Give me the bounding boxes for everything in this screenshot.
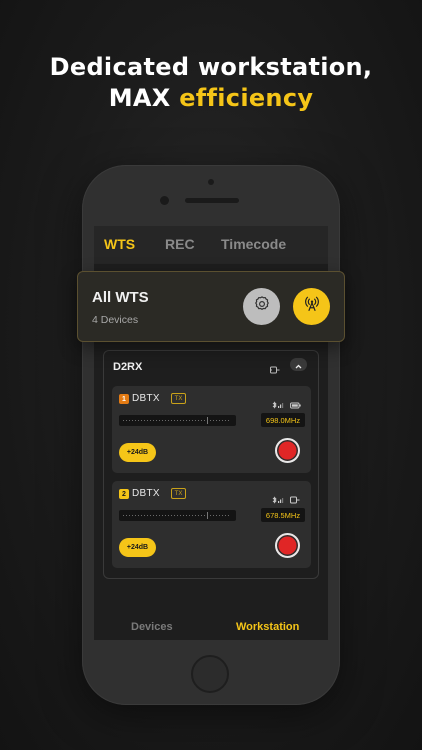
battery-icon [290, 396, 301, 414]
device-name: DBTX [132, 393, 160, 404]
device-card: 1 DBTX TX 698.0MHz +24dB [112, 386, 311, 473]
headline-line-2: MAX efficiency [0, 82, 422, 114]
bluetooth-signal-icon [272, 491, 284, 509]
tab-wts[interactable]: WTS [104, 236, 135, 252]
gain-button[interactable]: +24dB [119, 443, 156, 462]
frequency-display[interactable]: 678.5MHz [261, 508, 305, 522]
device-index-badge: 1 [119, 394, 129, 404]
tab-timecode[interactable]: Timecode [221, 236, 286, 252]
link-icon [290, 491, 300, 509]
tx-badge: TX [171, 488, 186, 499]
status-icons [272, 491, 300, 509]
all-wts-title: All WTS [92, 289, 149, 306]
audio-level-meter [119, 415, 236, 426]
device-card: 2 DBTX TX 678.5MHz +24dB [112, 481, 311, 568]
link-icon[interactable] [270, 361, 280, 379]
antenna-icon [303, 295, 321, 318]
tab-rec[interactable]: REC [165, 236, 195, 252]
front-camera [160, 196, 169, 205]
all-wts-card[interactable]: All WTS 4 Devices [77, 271, 345, 342]
settings-button[interactable] [243, 288, 280, 325]
record-button[interactable] [275, 438, 300, 463]
headline-max: MAX [108, 84, 171, 112]
tx-badge: TX [171, 393, 186, 404]
frequency-display[interactable]: 698.0MHz [261, 413, 305, 427]
gain-button[interactable]: +24dB [119, 538, 156, 557]
record-button[interactable] [275, 533, 300, 558]
device-index-badge: 2 [119, 489, 129, 499]
device-count: 4 Devices [92, 314, 139, 326]
home-button[interactable] [191, 655, 229, 693]
audio-level-meter [119, 510, 236, 521]
gear-icon [253, 295, 271, 318]
top-tab-bar: WTS REC Timecode [94, 226, 328, 264]
receiver-name: D2RX [113, 361, 143, 373]
device-name: DBTX [132, 488, 160, 499]
status-icons [272, 396, 301, 414]
nav-devices[interactable]: Devices [131, 621, 173, 633]
receiver-panel: D2RX 1 DBTX TX 698.0MHz +24dB 2 DBTX TX [103, 350, 319, 579]
bottom-nav: Devices Workstation [94, 612, 328, 640]
headline-line-1: Dedicated workstation, [49, 53, 373, 81]
headline-accent: efficiency [179, 84, 314, 112]
broadcast-button[interactable] [293, 288, 330, 325]
sensor-dot [208, 179, 214, 185]
nav-workstation[interactable]: Workstation [236, 621, 299, 633]
collapse-button[interactable] [290, 358, 307, 371]
chevron-up-icon [295, 356, 302, 374]
bluetooth-signal-icon [272, 396, 284, 414]
earpiece-speaker [185, 198, 239, 203]
